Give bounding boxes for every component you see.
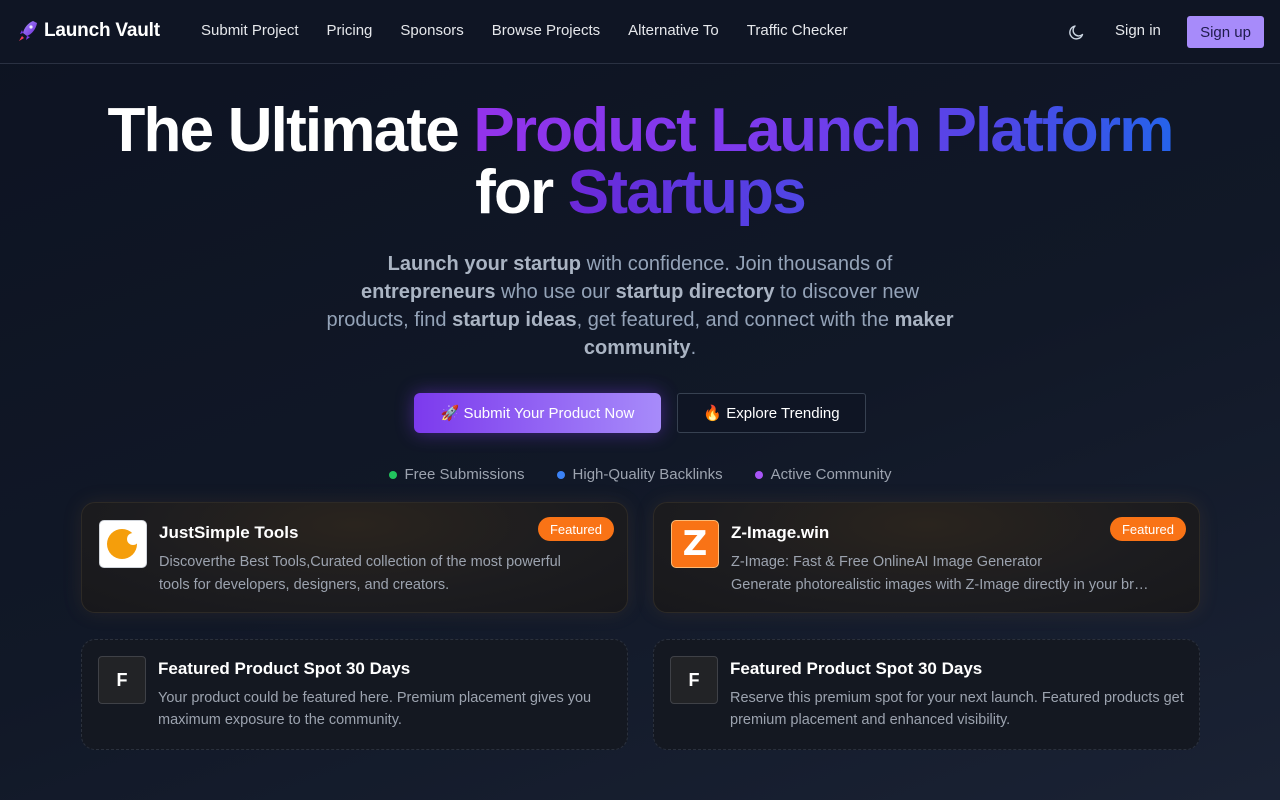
feature-label: Active Community [770, 466, 892, 483]
product-name[interactable]: Z-Image.win [731, 523, 829, 543]
justsimple-logo-icon [107, 529, 139, 559]
product-logo [99, 520, 147, 568]
hero-title-text-2: for [475, 158, 568, 227]
description-line: Discoverthe Best Tools,Curated collectio… [159, 554, 561, 570]
top-navigation: Launch Vault Submit Project Pricing Spon… [0, 0, 1280, 64]
status-dot-icon [556, 470, 565, 479]
feature-item: High-Quality Backlinks [556, 466, 723, 483]
moon-icon[interactable] [1067, 22, 1087, 42]
featured-card-z-image[interactable]: Z Z-Image.win Featured Z-Image: Fast & F… [653, 502, 1200, 613]
subtitle-bold: Launch your startup [387, 253, 582, 275]
feature-item: Free Submissions [388, 466, 525, 483]
description-line: tools for developers, designers, and cre… [159, 577, 450, 593]
nav-link-sponsors[interactable]: Sponsors [400, 22, 463, 39]
featured-badge: Featured [537, 517, 614, 541]
rocket-icon [19, 21, 37, 41]
featured-spot-placeholder[interactable]: F Featured Product Spot 30 Days Your pro… [81, 639, 628, 750]
subtitle-text: , get featured, and connect with the [576, 309, 895, 331]
hero-title-highlight-2: Startups [567, 158, 807, 227]
nav-link-alternative-to[interactable]: Alternative To [628, 22, 719, 39]
hero-title-line2: for Startups [0, 162, 1280, 224]
nav-link-browse-projects[interactable]: Browse Projects [492, 22, 600, 39]
product-description: Discoverthe Best Tools,Curated collectio… [159, 551, 609, 597]
product-name[interactable]: JustSimple Tools [159, 523, 299, 543]
product-logo: Z [671, 520, 719, 568]
description-line: Z-Image: Fast & Free OnlineAI Image Gene… [731, 554, 1043, 570]
hero-title-line1: The Ultimate Product Launch Platform [0, 100, 1280, 162]
signup-button[interactable]: Sign up [1187, 16, 1264, 48]
nav-link-traffic-checker[interactable]: Traffic Checker [747, 22, 848, 39]
signin-button[interactable]: Sign in [1115, 22, 1161, 39]
feature-label: High-Quality Backlinks [572, 466, 723, 483]
description-line: Generate photorealistic images with Z-Im… [731, 577, 1151, 593]
nav-link-submit-project[interactable]: Submit Project [201, 22, 299, 39]
featured-badge: Featured [1109, 517, 1186, 541]
brand-logo[interactable]: Launch Vault [18, 20, 160, 42]
placeholder-title: Featured Product Spot 30 Days [158, 659, 411, 678]
featured-spot-placeholder[interactable]: F Featured Product Spot 30 Days Reserve … [653, 639, 1200, 750]
hero-title: The Ultimate Product Launch Platform for… [0, 100, 1280, 224]
brand-name: Launch Vault [44, 20, 160, 41]
nav-link-pricing[interactable]: Pricing [327, 22, 373, 39]
z-image-logo-icon: Z [682, 524, 708, 564]
placeholder-description: Reserve this premium spot for your next … [730, 690, 1184, 728]
placeholder-title: Featured Product Spot 30 Days [730, 659, 983, 678]
status-dot-icon [388, 470, 397, 479]
hero-title-highlight: Product Launch Platform [473, 96, 1174, 165]
subtitle-bold: entrepreneurs [360, 281, 496, 303]
placeholder-avatar: F [670, 656, 718, 704]
subtitle-text: with confidence. Join thousands of [581, 253, 893, 275]
submit-product-button[interactable]: 🚀 Submit Your Product Now [414, 393, 661, 433]
status-dot-icon [754, 470, 763, 479]
nav-links: Submit Project Pricing Sponsors Browse P… [201, 22, 848, 39]
hero-title-text: The Ultimate [107, 96, 474, 165]
feature-list: Free Submissions High-Quality Backlinks … [0, 466, 1280, 483]
feature-label: Free Submissions [404, 466, 525, 483]
subtitle-bold: startup ideas [452, 309, 577, 331]
placeholder-description: Your product could be featured here. Pre… [158, 690, 592, 728]
placeholder-avatar: F [98, 656, 146, 704]
subtitle-text: who use our [495, 281, 616, 303]
product-description: Z-Image: Fast & Free OnlineAI Image Gene… [731, 551, 1151, 597]
feature-item: Active Community [754, 466, 892, 483]
hero-subtitle: Launch your startup with confidence. Joi… [320, 250, 960, 362]
featured-card-justsimple[interactable]: JustSimple Tools Featured Discoverthe Be… [81, 502, 628, 613]
subtitle-text: . [690, 337, 697, 359]
subtitle-bold: startup directory [615, 281, 775, 303]
explore-trending-button[interactable]: 🔥 Explore Trending [677, 393, 866, 433]
